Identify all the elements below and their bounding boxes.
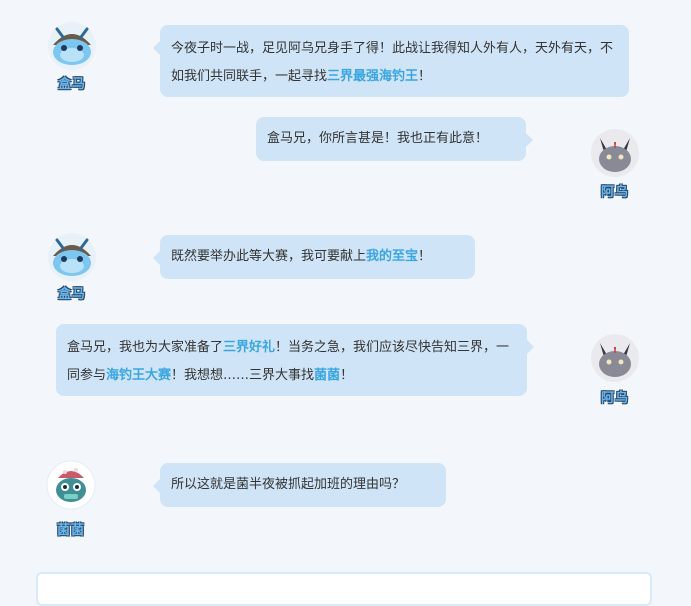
awu-avatar — [590, 128, 640, 178]
message-bubble-3: 既然要举办此等大赛，我可要献上我的至宝！ — [153, 235, 475, 279]
awu-portrait-icon — [591, 334, 639, 382]
message-1-tail: ！ — [418, 69, 432, 84]
message-1-highlight: 三界最强海钓王 — [327, 69, 419, 84]
awu-avatar-2 — [590, 333, 640, 383]
awu-name-2: 阿乌 — [600, 391, 629, 406]
hema-name-2: 盒马 — [57, 287, 86, 302]
message-4-text: 盒马兄，我也为大家准备了 — [67, 340, 224, 355]
junjun-portrait-icon — [46, 460, 96, 510]
bottom-card — [36, 572, 652, 606]
message-3-highlight: 我的至宝 — [366, 249, 419, 264]
message-2-text: 盒马兄，你所言甚是！我也正有此意！ — [267, 131, 489, 146]
hema-portrait-icon — [48, 233, 96, 281]
awu-name: 阿乌 — [600, 185, 629, 200]
message-3-text: 既然要举办此等大赛，我可要献上 — [171, 249, 367, 264]
hema-portrait-icon — [48, 22, 96, 70]
message-3-tail: ！ — [418, 249, 432, 264]
message-4-highlight-2: 海钓王大赛 — [106, 368, 172, 383]
junjun-name: 菌菌 — [56, 523, 85, 538]
junjun-avatar — [46, 460, 96, 510]
hema-avatar-2 — [47, 232, 97, 282]
hema-name: 盒马 — [57, 77, 86, 92]
message-4-tail: ！ — [340, 368, 354, 383]
message-bubble-5: 所以这就是菌半夜被抓起加班的理由吗？ — [153, 463, 446, 507]
message-4-mid-2: ！我想想……三界大事找 — [171, 368, 315, 383]
message-4-highlight-3: 菌菌 — [314, 368, 341, 383]
message-bubble-4: 盒马兄，我也为大家准备了三界好礼！当务之急，我们应该尽快告知三界，一同参与海钓王… — [56, 324, 534, 396]
message-bubble-1: 今夜子时一战，足见阿乌兄身手了得！此战让我得知人外有人，天外有天，不如我们共同联… — [153, 25, 629, 97]
message-bubble-2: 盒马兄，你所言甚是！我也正有此意！ — [256, 117, 533, 161]
awu-portrait-icon — [591, 129, 639, 177]
message-5-text: 所以这就是菌半夜被抓起加班的理由吗？ — [171, 477, 406, 492]
hema-avatar — [47, 21, 97, 71]
message-4-highlight-1: 三界好礼 — [223, 340, 276, 355]
